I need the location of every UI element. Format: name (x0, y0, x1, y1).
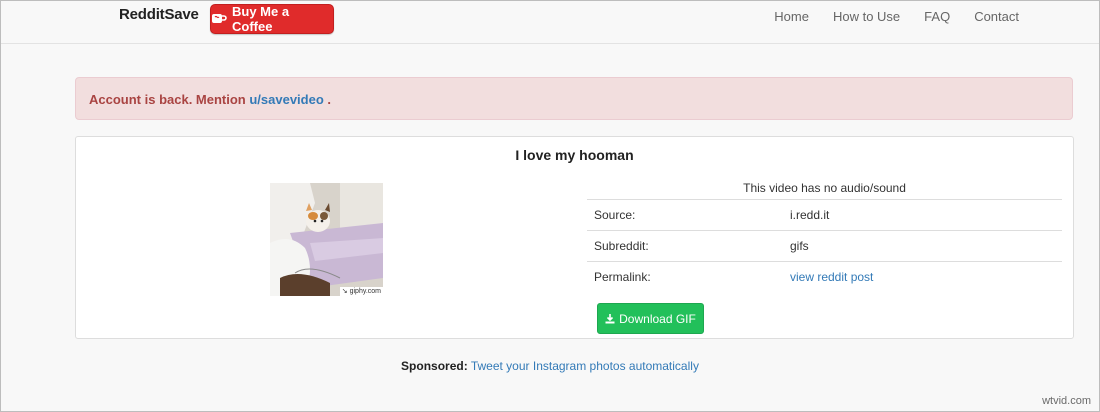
brand-logo[interactable]: RedditSave (119, 6, 199, 23)
nav-home[interactable]: Home (774, 9, 809, 24)
no-audio-notice: This video has no audio/sound (587, 181, 1062, 200)
alert-link[interactable]: u/savevideo (249, 92, 323, 107)
download-icon (605, 313, 615, 323)
info-value: gifs (790, 239, 809, 253)
video-info-table: This video has no audio/sound Source: i.… (587, 181, 1062, 292)
thumbnail-caption: ↘ giphy.com (339, 287, 383, 296)
coffee-cup-icon (211, 14, 227, 23)
sponsored-label: Sponsored: (401, 359, 468, 373)
alert-banner: Account is back. Mention u/savevideo . (75, 77, 1073, 120)
navbar: RedditSave Buy Me a Coffee Home How to U… (1, 1, 1099, 44)
download-gif-button[interactable]: Download GIF (597, 303, 704, 334)
sponsored-link[interactable]: Tweet your Instagram photos automaticall… (471, 359, 699, 373)
info-key: Permalink: (594, 270, 651, 284)
info-row-permalink: Permalink: view reddit post (587, 262, 1062, 292)
coffee-button-label: Buy Me a Coffee (231, 4, 290, 34)
info-value: i.redd.it (790, 208, 830, 222)
nav-faq[interactable]: FAQ (924, 9, 950, 24)
info-value: view reddit post (790, 270, 1062, 284)
result-panel: I love my hooman ↘ giphy.com This video … (75, 136, 1074, 339)
info-row-source: Source: i.redd.it (587, 200, 1062, 231)
sponsored-line: Sponsored: Tweet your Instagram photos a… (1, 359, 1099, 373)
info-row-subreddit: Subreddit: gifs (587, 231, 1062, 262)
nav-contact[interactable]: Contact (974, 9, 1019, 24)
view-reddit-post-link[interactable]: view reddit post (790, 270, 873, 284)
buy-me-a-coffee-button[interactable]: Buy Me a Coffee (210, 4, 334, 34)
info-key: Source: (594, 208, 636, 222)
download-button-label: Download GIF (619, 311, 696, 326)
info-key: Subreddit: (594, 239, 649, 253)
nav-links: Home How to Use FAQ Contact (774, 9, 1019, 24)
alert-text: Account is back. Mention (89, 92, 250, 107)
gif-thumbnail: ↘ giphy.com (270, 183, 383, 296)
nav-how-to-use[interactable]: How to Use (833, 9, 900, 24)
alert-suffix: . (323, 92, 332, 107)
site-watermark: wtvid.com (1042, 395, 1091, 407)
cat-image (270, 183, 383, 296)
post-title: I love my hooman (515, 147, 634, 163)
